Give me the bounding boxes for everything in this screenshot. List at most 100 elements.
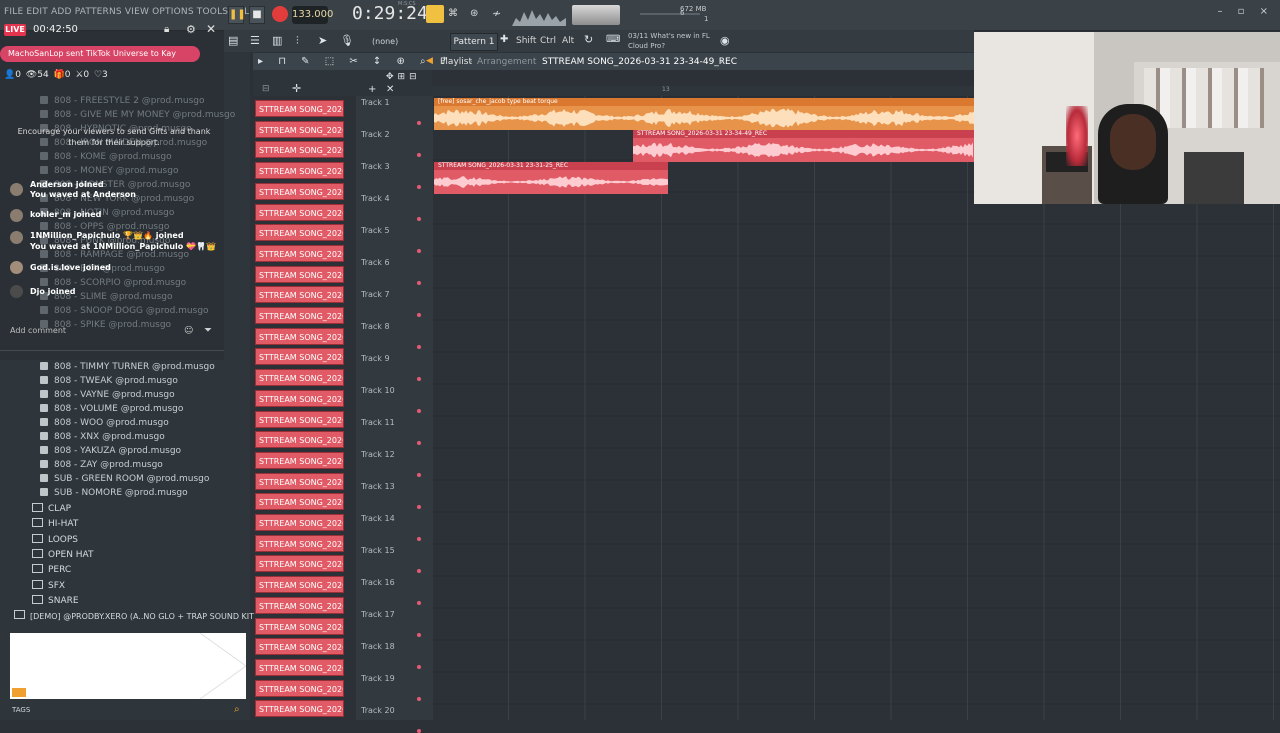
alt-key[interactable]: Alt [562, 33, 574, 49]
mic-icon[interactable]: 🎙︎ [340, 34, 354, 47]
browser-item[interactable]: 808 - ZAY @prod.musgo [40, 460, 163, 470]
add-comment-input[interactable]: Add comment [10, 326, 66, 335]
channel-button[interactable]: STTREAM SONG_2026-03-... [255, 224, 344, 242]
track-header[interactable]: Track 8 [361, 322, 390, 331]
channel-button[interactable]: STTREAM SONG_2026-03-... [255, 389, 344, 407]
track-header[interactable]: Track 7 [361, 290, 390, 299]
track-mute-led[interactable] [417, 281, 421, 285]
channel-button[interactable]: STTREAM SONG_2026-03-... [255, 410, 344, 428]
folder-item[interactable]: LOOPS [32, 533, 78, 545]
track-header[interactable]: Track 9 [361, 354, 390, 363]
browser-item[interactable]: 808 - FREESTYLE 2 @prod.musgo [40, 96, 204, 106]
channel-button[interactable]: STTREAM SONG_2026-03-... [255, 431, 344, 449]
channel-button[interactable]: STTREAM SONG_2026-03-... [255, 555, 344, 573]
track-mute-led[interactable] [417, 153, 421, 157]
globe-icon[interactable]: ◉ [720, 34, 730, 47]
track-header[interactable]: Track 10 [361, 386, 395, 395]
browser-item[interactable]: SUB - NOMORE @prod.musgo [40, 488, 188, 498]
add-pattern-icon[interactable]: ✚ [500, 34, 508, 45]
channel-button[interactable]: STTREAM SONG_2026-03-... [255, 286, 344, 304]
track-mute-led[interactable] [417, 441, 421, 445]
track-mute-led[interactable] [417, 249, 421, 253]
channel-button[interactable]: STTREAM SONG_2026-03-... [255, 576, 344, 594]
none-selector[interactable]: (none) [372, 37, 398, 46]
audio-clip-rec-2[interactable]: STTREAM SONG_2026-03-31 23-34-49_REC [633, 130, 974, 162]
channel-button[interactable]: STTREAM SONG_2026-03-... [255, 369, 344, 387]
keyboard-icon[interactable]: ⌨ [606, 34, 620, 45]
track-mute-led[interactable] [417, 217, 421, 221]
track-mute-led[interactable] [417, 473, 421, 477]
track-header[interactable]: Track 1 [361, 98, 390, 107]
folder-item[interactable]: PERC [32, 564, 71, 575]
channel-button[interactable]: STTREAM SONG_2026-03-... [255, 596, 344, 614]
close-track-icon[interactable]: ✕ [386, 84, 394, 95]
channel-rack-icon[interactable]: ➤ [318, 34, 327, 47]
record-button[interactable] [272, 6, 288, 22]
ctrl-key[interactable]: Ctrl [540, 33, 556, 49]
track-header[interactable]: Track 12 [361, 450, 395, 459]
track-mute-led[interactable] [417, 185, 421, 189]
sound-kit-folder[interactable]: [DEMO] @PRODBY.XERO (A..NO GLO + TRAP SO… [14, 610, 254, 621]
track-header[interactable]: Track 16 [361, 578, 395, 587]
track-mute-led[interactable] [417, 313, 421, 317]
channel-button[interactable]: STTREAM SONG_2026-03-... [255, 162, 344, 180]
tempo-display[interactable]: 133.000 [292, 6, 333, 24]
browser-item[interactable]: 808 - TWEAK @prod.musgo [40, 376, 178, 386]
folder-item[interactable]: SNARE [32, 594, 79, 606]
channel-button[interactable]: STTREAM SONG_2026-03-... [255, 265, 344, 283]
track-header[interactable]: Track 11 [361, 418, 395, 427]
channel-button[interactable]: STTREAM SONG_2026-03-... [255, 493, 344, 511]
channel-button[interactable]: STTREAM SONG_2026-03-... [255, 182, 344, 200]
playlist-tools[interactable]: ▸ ⊓ ✎ ⬚ ✂ ↕ ⊕ ⌕ ♪ [258, 56, 453, 67]
channel-button[interactable]: STTREAM SONG_2026-03-... [255, 120, 344, 138]
track-mute-led[interactable] [417, 409, 421, 413]
folder-item[interactable]: CLAP [32, 503, 71, 514]
channel-button[interactable]: STTREAM SONG_2026-03-... [255, 617, 344, 635]
browser-item[interactable]: 808 - XNX @prod.musgo [40, 432, 165, 442]
track-header[interactable]: Track 13 [361, 482, 395, 491]
channel-button[interactable]: STTREAM SONG_2026-03-... [255, 244, 344, 262]
add-track-icon[interactable]: + [368, 84, 376, 95]
playlist-icon[interactable]: ☰ [250, 34, 260, 47]
track-header[interactable]: Track 4 [361, 194, 390, 203]
folder-item[interactable]: HI-HAT [32, 518, 78, 529]
shift-key[interactable]: Shift [516, 33, 536, 49]
track-mute-led[interactable] [417, 505, 421, 509]
stop-icon[interactable]: ■ [249, 6, 265, 24]
channel-button[interactable]: STTREAM SONG_2026-03-... [255, 658, 344, 676]
browser-item[interactable]: 808 - YAKUZA @prod.musgo [40, 446, 181, 456]
channel-button[interactable]: STTREAM SONG_2026-03-... [255, 327, 344, 345]
channel-button[interactable]: STTREAM SONG_2026-03-... [255, 514, 344, 531]
channel-button[interactable]: STTREAM SONG_2026-03-... [255, 141, 344, 159]
play-preview-icon[interactable] [12, 688, 26, 697]
channel-button[interactable]: STTREAM SONG_2026-03-... [255, 451, 344, 469]
close-icon[interactable]: ✕ [206, 22, 216, 36]
track-mute-led[interactable] [417, 729, 421, 733]
browser-item[interactable]: 808 - RAMPAGE @prod.musgo [40, 250, 189, 260]
news-panel[interactable]: 03/11 What's new in FL Cloud Pro? [628, 31, 710, 51]
search-icon[interactable]: ⌕ [234, 704, 240, 715]
browser-item[interactable]: 808 - MONEY @prod.musgo [40, 166, 178, 176]
channel-button[interactable]: STTREAM SONG_2026-03-... [255, 100, 344, 117]
track-mute-led[interactable] [417, 633, 421, 637]
audio-clip-beat[interactable]: [free] sosar_che_jacob type beat torque [434, 98, 974, 130]
track-header[interactable]: Track 20 [361, 706, 395, 715]
browser-item[interactable]: SUB - GREEN ROOM @prod.musgo [40, 474, 209, 484]
browser-item[interactable]: 808 - VOLUME @prod.musgo [40, 404, 183, 414]
wait-icon[interactable]: ⊛ [470, 8, 478, 19]
channel-button[interactable]: STTREAM SONG_2026-03-... [255, 203, 344, 221]
browser-item[interactable]: 808 - KOME @prod.musgo [40, 152, 172, 162]
pan-icon[interactable]: ✛ [292, 82, 301, 95]
zoom-icons[interactable]: ✥⊞⊟ [386, 72, 421, 82]
mixer-icon[interactable]: ⫶ [296, 34, 299, 48]
browser-item[interactable]: 808 - SNOOP DOGG @prod.musgo [40, 306, 209, 316]
blend-icon[interactable]: ≁ [492, 7, 501, 20]
pattern-selector[interactable]: Pattern 1 [450, 33, 498, 51]
channel-button[interactable]: STTREAM SONG_2026-03-... [255, 638, 344, 656]
browser-item[interactable]: 808 - GIVE ME MY MONEY @prod.musgo [40, 110, 235, 120]
filter-icon[interactable]: ⏷ [204, 325, 212, 336]
emoji-icon[interactable]: ☺ [184, 326, 193, 336]
track-header[interactable]: Track 19 [361, 674, 395, 683]
track-header[interactable]: Track 17 [361, 610, 395, 619]
browser-item[interactable]: 808 - WOO @prod.musgo [40, 418, 169, 428]
